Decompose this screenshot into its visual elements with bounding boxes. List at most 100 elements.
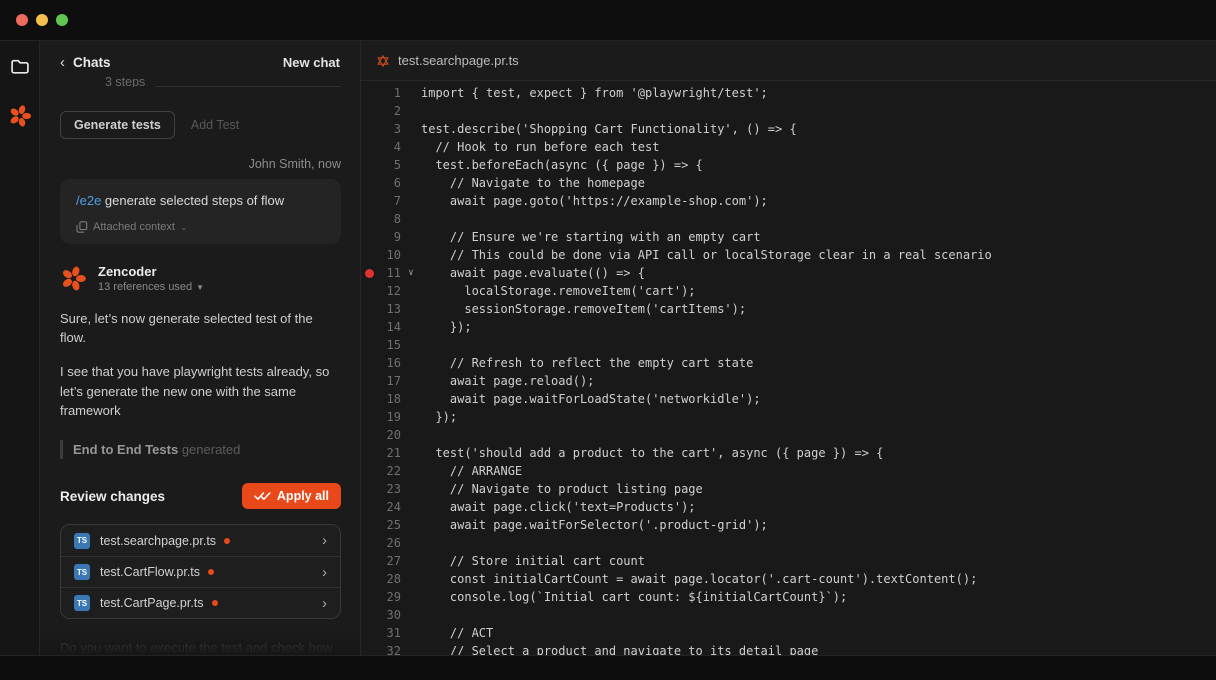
new-chat-button[interactable]: New chat <box>283 55 340 70</box>
line-number: 28 <box>361 572 401 586</box>
gutter[interactable]: 9 <box>361 230 421 244</box>
typescript-file-icon: TS <box>74 533 90 549</box>
changed-file-row[interactable]: TStest.CartPage.pr.ts› <box>61 587 340 618</box>
code-line[interactable]: 13 sessionStorage.removeItem('cartItems'… <box>361 300 1216 318</box>
zencoder-extension-icon[interactable] <box>7 103 33 129</box>
gutter[interactable]: 30 <box>361 608 421 622</box>
code-line[interactable]: 30 <box>361 606 1216 624</box>
code-line[interactable]: 18 await page.waitForLoadState('networki… <box>361 390 1216 408</box>
close-window-button[interactable] <box>16 14 28 26</box>
changed-file-row[interactable]: TStest.searchpage.pr.ts› <box>61 525 340 556</box>
code-editor[interactable]: 1import { test, expect } from '@playwrig… <box>361 81 1216 655</box>
gutter[interactable]: 17 <box>361 374 421 388</box>
code-line[interactable]: 12 localStorage.removeItem('cart'); <box>361 282 1216 300</box>
gutter[interactable]: 11∨ <box>361 266 421 280</box>
breakpoint-dot[interactable] <box>365 269 374 278</box>
code-line[interactable]: 2 <box>361 102 1216 120</box>
code-text: await page.click('text=Products'); <box>421 500 696 514</box>
zoom-window-button[interactable] <box>56 14 68 26</box>
code-line[interactable]: 32 // Select a product and navigate to i… <box>361 642 1216 655</box>
code-line[interactable]: 3test.describe('Shopping Cart Functional… <box>361 120 1216 138</box>
gutter[interactable]: 25 <box>361 518 421 532</box>
code-line[interactable]: 17 await page.reload(); <box>361 372 1216 390</box>
code-line[interactable]: 14 }); <box>361 318 1216 336</box>
code-text: }); <box>421 320 472 334</box>
chevron-right-icon: › <box>322 533 327 548</box>
code-line[interactable]: 4 // Hook to run before each test <box>361 138 1216 156</box>
gutter[interactable]: 3 <box>361 122 421 136</box>
code-line[interactable]: 5 test.beforeEach(async ({ page }) => { <box>361 156 1216 174</box>
zencoder-file-icon <box>376 54 390 68</box>
gutter[interactable]: 2 <box>361 104 421 118</box>
code-line[interactable]: 7 await page.goto('https://example-shop.… <box>361 192 1216 210</box>
gutter[interactable]: 15 <box>361 338 421 352</box>
code-line[interactable]: 8 <box>361 210 1216 228</box>
code-line[interactable]: 16 // Refresh to reflect the empty cart … <box>361 354 1216 372</box>
generate-tests-button[interactable]: Generate tests <box>60 111 175 139</box>
gutter[interactable]: 28 <box>361 572 421 586</box>
code-line[interactable]: 27 // Store initial cart count <box>361 552 1216 570</box>
code-line[interactable]: 31 // ACT <box>361 624 1216 642</box>
gutter[interactable]: 27 <box>361 554 421 568</box>
changed-file-row[interactable]: TStest.CartFlow.pr.ts› <box>61 556 340 587</box>
editor-tab-title[interactable]: test.searchpage.pr.ts <box>398 53 519 68</box>
gutter[interactable]: 16 <box>361 356 421 370</box>
gutter[interactable]: 26 <box>361 536 421 550</box>
line-number: 18 <box>361 392 401 406</box>
gutter[interactable]: 13 <box>361 302 421 316</box>
modified-dot <box>208 569 214 575</box>
gutter[interactable]: 4 <box>361 140 421 154</box>
chevron-down-icon: ⌄ <box>180 222 188 233</box>
gutter[interactable]: 22 <box>361 464 421 478</box>
gutter[interactable]: 31 <box>361 626 421 640</box>
code-line[interactable]: 23 // Navigate to product listing page <box>361 480 1216 498</box>
gutter[interactable]: 19 <box>361 410 421 424</box>
references-used-toggle[interactable]: 13 references used▼ <box>98 281 204 293</box>
gutter[interactable]: 7 <box>361 194 421 208</box>
code-line[interactable]: 24 await page.click('text=Products'); <box>361 498 1216 516</box>
back-chevron-icon[interactable]: ‹ <box>60 55 65 70</box>
file-name: test.CartFlow.pr.ts <box>100 565 200 579</box>
code-line[interactable]: 9 // Ensure we're starting with an empty… <box>361 228 1216 246</box>
code-line[interactable]: 6 // Navigate to the homepage <box>361 174 1216 192</box>
code-line[interactable]: 1import { test, expect } from '@playwrig… <box>361 84 1216 102</box>
code-text: test('should add a product to the cart',… <box>421 446 883 460</box>
gutter[interactable]: 10 <box>361 248 421 262</box>
code-text: import { test, expect } from '@playwrigh… <box>421 86 768 100</box>
apply-all-button[interactable]: Apply all <box>242 483 341 509</box>
code-line[interactable]: 21 test('should add a product to the car… <box>361 444 1216 462</box>
code-line[interactable]: 15 <box>361 336 1216 354</box>
gutter[interactable]: 24 <box>361 500 421 514</box>
chat-panel: ‹ Chats New chat 3 steps Generate tests … <box>40 41 360 655</box>
line-number: 12 <box>361 284 401 298</box>
explorer-folder-icon[interactable] <box>7 53 33 79</box>
code-line[interactable]: 25 await page.waitForSelector('.product-… <box>361 516 1216 534</box>
minimize-window-button[interactable] <box>36 14 48 26</box>
gutter[interactable]: 5 <box>361 158 421 172</box>
gutter[interactable]: 12 <box>361 284 421 298</box>
gutter[interactable]: 8 <box>361 212 421 226</box>
gutter[interactable]: 23 <box>361 482 421 496</box>
attached-context-toggle[interactable]: Attached context ⌄ <box>76 221 325 233</box>
assistant-followup-question: Do you want to execute the test and chec… <box>60 638 341 655</box>
gutter[interactable]: 29 <box>361 590 421 604</box>
gutter[interactable]: 14 <box>361 320 421 334</box>
gutter[interactable]: 32 <box>361 644 421 655</box>
code-line[interactable]: 28 const initialCartCount = await page.l… <box>361 570 1216 588</box>
code-line[interactable]: 19 }); <box>361 408 1216 426</box>
fold-chevron-icon[interactable]: ∨ <box>401 268 421 278</box>
gutter[interactable]: 21 <box>361 446 421 460</box>
code-line[interactable]: 22 // ARRANGE <box>361 462 1216 480</box>
add-test-button[interactable]: Add Test <box>191 118 239 132</box>
gutter[interactable]: 1 <box>361 86 421 100</box>
code-line[interactable]: 10 // This could be done via API call or… <box>361 246 1216 264</box>
gutter[interactable]: 18 <box>361 392 421 406</box>
line-number: 31 <box>361 626 401 640</box>
code-line[interactable]: 20 <box>361 426 1216 444</box>
gutter[interactable]: 20 <box>361 428 421 442</box>
code-line[interactable]: 11∨ await page.evaluate(() => { <box>361 264 1216 282</box>
gutter[interactable]: 6 <box>361 176 421 190</box>
code-line[interactable]: 26 <box>361 534 1216 552</box>
code-line[interactable]: 29 console.log(`Initial cart count: ${in… <box>361 588 1216 606</box>
modified-dot <box>224 538 230 544</box>
